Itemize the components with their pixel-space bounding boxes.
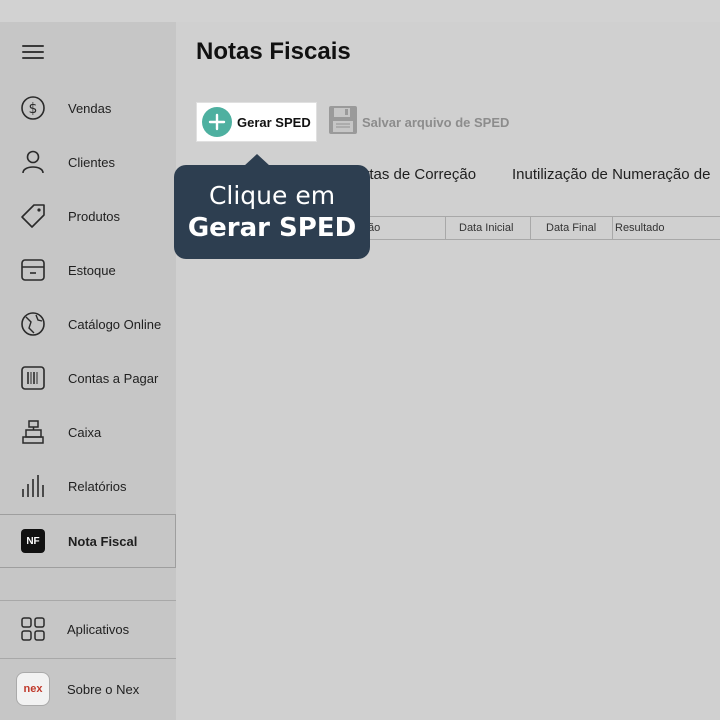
sidebar-divider <box>0 658 176 659</box>
sidebar-item-caixa[interactable]: Caixa <box>0 405 176 459</box>
person-icon <box>20 149 46 175</box>
gerar-sped-button[interactable]: Gerar SPED <box>196 102 317 142</box>
sidebar-item-catalogo-online[interactable]: Catálogo Online <box>0 297 176 351</box>
dollar-circle-icon: $ <box>20 95 46 121</box>
salvar-arquivo-sped-label: Salvar arquivo de SPED <box>362 114 510 130</box>
sidebar-item-label: Produtos <box>68 208 121 224</box>
sidebar: $ Vendas Clientes Produtos Estoque Catál… <box>0 22 176 720</box>
tooltip-line-2: Gerar SPED <box>187 213 357 243</box>
sidebar-item-label: Caixa <box>68 424 102 440</box>
sidebar-item-label: Vendas <box>68 100 112 116</box>
sidebar-item-label: Sobre o Nex <box>67 681 140 697</box>
column-separator <box>445 217 446 239</box>
tab-cartas-de-correcao[interactable]: artas de Correção <box>356 166 476 183</box>
grid-icon <box>20 616 46 642</box>
gerar-sped-label: Gerar SPED <box>237 114 311 130</box>
bar-chart-icon <box>20 473 46 499</box>
sidebar-divider <box>0 600 176 601</box>
tab-inutilizacao-de-numeracao[interactable]: Inutilização de Numeração de <box>512 166 710 183</box>
svg-text:$: $ <box>29 101 38 117</box>
barcode-icon <box>20 365 46 391</box>
nf-badge: NF <box>21 529 45 553</box>
column-header-resultado[interactable]: Resultado <box>615 217 665 239</box>
tutorial-tooltip: Clique em Gerar SPED <box>174 154 370 259</box>
menu-icon[interactable] <box>22 45 44 61</box>
tooltip-line-1: Clique em <box>208 181 336 210</box>
top-bar <box>0 0 720 22</box>
sidebar-item-clientes[interactable]: Clientes <box>0 135 176 189</box>
sidebar-item-nota-fiscal[interactable]: NF Nota Fiscal <box>0 514 176 568</box>
sidebar-item-sobre-o-nex[interactable]: nex Sobre o Nex <box>0 662 176 716</box>
sidebar-item-produtos[interactable]: Produtos <box>0 189 176 243</box>
tag-icon <box>20 203 46 229</box>
sidebar-item-label: Nota Fiscal <box>68 533 138 549</box>
sidebar-item-label: Estoque <box>68 262 116 278</box>
nex-logo: nex <box>16 672 50 706</box>
nex-logo-icon: nex <box>16 672 50 706</box>
sidebar-item-label: Catálogo Online <box>68 316 162 332</box>
sidebar-item-label: Relatórios <box>68 478 127 494</box>
plus-circle-icon <box>202 107 232 137</box>
floppy-disk-icon <box>328 105 358 140</box>
sidebar-item-vendas[interactable]: $ Vendas <box>0 81 176 135</box>
page-title: Notas Fiscais <box>196 38 351 65</box>
column-header-data-inicial[interactable]: Data Inicial <box>459 217 513 239</box>
nf-badge-icon: NF <box>20 528 46 554</box>
sidebar-item-label: Clientes <box>68 154 115 170</box>
salvar-arquivo-sped-button[interactable]: Salvar arquivo de SPED <box>328 105 510 140</box>
sidebar-item-aplicativos[interactable]: Aplicativos <box>0 602 176 656</box>
column-header-data-final[interactable]: Data Final <box>546 217 596 239</box>
sidebar-item-label: Aplicativos <box>67 621 130 637</box>
sidebar-item-label: Contas a Pagar <box>68 370 159 386</box>
column-separator <box>612 217 613 239</box>
globe-icon <box>20 311 46 337</box>
sidebar-item-contas-a-pagar[interactable]: Contas a Pagar <box>0 351 176 405</box>
box-icon <box>20 257 46 283</box>
tooltip-arrow <box>244 154 270 166</box>
column-separator <box>530 217 531 239</box>
sidebar-item-relatorios[interactable]: Relatórios <box>0 459 176 513</box>
cash-register-icon <box>20 419 46 445</box>
sidebar-item-estoque[interactable]: Estoque <box>0 243 176 297</box>
